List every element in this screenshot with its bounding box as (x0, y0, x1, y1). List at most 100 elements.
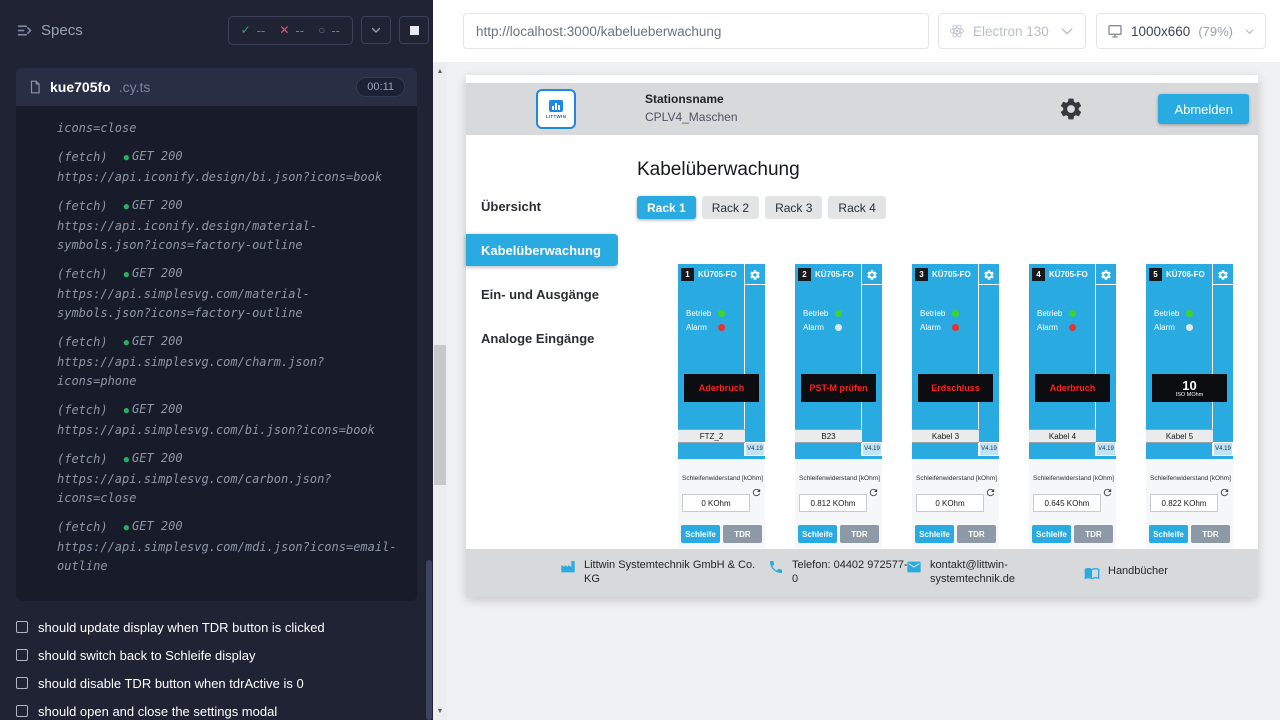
measurement-value: 0 KOhm (916, 494, 984, 512)
card-settings-button[interactable] (983, 268, 995, 280)
log-url-line: https://api.simplesvg.com/charm.json? (57, 353, 409, 372)
betrieb-label: Betrieb (1037, 309, 1069, 318)
sidebar-item-uebersicht[interactable]: Übersicht (466, 190, 618, 222)
test-state-icon (16, 705, 28, 717)
alarm-led (1069, 324, 1076, 331)
measurement-label: Schleifenwiderstand [kOhm] (1033, 475, 1112, 482)
browser-selector[interactable]: Electron 130 (938, 13, 1086, 49)
company-name: Littwin Systemtechnik GmbH & Co. KG (584, 558, 762, 586)
test-item[interactable]: should switch back to Schleife display (16, 641, 417, 669)
test-item[interactable]: should open and close the settings modal (16, 697, 417, 720)
refresh-button[interactable] (1219, 485, 1230, 496)
test-item[interactable]: should disable TDR button when tdrActive… (16, 669, 417, 697)
url-input[interactable] (464, 14, 928, 48)
log-entry[interactable]: (fetch)●GET 200 https://api.simplesvg.co… (57, 449, 409, 508)
collapse-button[interactable] (361, 16, 391, 44)
alarm-led (952, 324, 959, 331)
log-entry[interactable]: (fetch)●GET 200 https://api.simplesvg.co… (57, 400, 409, 440)
measurement-value: 0.645 KOhm (1033, 494, 1101, 512)
tab-rack-3[interactable]: Rack 3 (765, 196, 822, 219)
settings-button[interactable] (1058, 96, 1084, 122)
tdr-button[interactable]: TDR (723, 525, 762, 543)
http-status: ●GET 200 (124, 196, 183, 217)
logout-button[interactable]: Abmelden (1158, 94, 1249, 124)
measurement-value: 0.822 KOhm (1150, 494, 1218, 512)
sidebar-item-ein-und-ausgaenge[interactable]: Ein- und Ausgänge (466, 278, 618, 310)
schleife-button[interactable]: Schleife (1032, 525, 1071, 543)
sidebar-item-kabelueberwachung[interactable]: Kabelüberwachung (466, 234, 618, 266)
log-entry[interactable]: (fetch)●GET 200 https://api.simplesvg.co… (57, 264, 409, 323)
station-value: CPLV4_Maschen (645, 110, 738, 124)
card-number: 5 (1149, 268, 1162, 281)
schleife-button[interactable]: Schleife (915, 525, 954, 543)
tab-rack-2[interactable]: Rack 2 (702, 196, 759, 219)
schleife-button[interactable]: Schleife (681, 525, 720, 543)
spec-block: kue705fo .cy.ts 00:11 icons=close (fetch… (16, 68, 417, 601)
card-settings-button[interactable] (749, 268, 761, 280)
footer-phone: Telefon: 04402 972577-0 (768, 558, 912, 586)
fetch-label: (fetch) (57, 265, 108, 284)
status-dot-icon: ● (124, 523, 129, 533)
sidebar-item-analoge-eingaenge[interactable]: Analoge Eingänge (466, 322, 618, 354)
measurement-value: 0 KOhm (682, 494, 750, 512)
status-display: Aderbruch (1035, 374, 1110, 402)
status-text: Aderbruch (699, 383, 745, 393)
scroll-up-arrow[interactable]: ▲ (433, 64, 447, 78)
refresh-button[interactable] (1102, 485, 1113, 496)
http-status: ●GET 200 (124, 264, 183, 285)
card-settings-button[interactable] (1100, 268, 1112, 280)
scrollbar-thumb[interactable] (434, 345, 446, 485)
viewport-zoom: (79%) (1198, 24, 1233, 39)
factory-icon (560, 559, 576, 575)
betrieb-led (835, 310, 842, 317)
specs-toggle[interactable]: Specs (16, 22, 83, 39)
test-state-icon (16, 677, 28, 689)
reporter-scrollbar-thumb[interactable] (426, 560, 432, 720)
refresh-icon (868, 487, 879, 498)
card-settings-button[interactable] (866, 268, 878, 280)
tab-rack-4[interactable]: Rack 4 (828, 196, 885, 219)
card-model: KÜ706-FO (1166, 270, 1205, 279)
log-url-line: https://api.simplesvg.com/bi.json?icons=… (57, 421, 409, 440)
footer-manuals-link[interactable]: Handbücher (1084, 564, 1168, 581)
vertical-scrollbar[interactable]: ▲ ▼ (433, 62, 447, 720)
status-text: Aderbruch (1050, 383, 1096, 393)
http-status: ●GET 200 (124, 332, 183, 353)
tdr-button[interactable]: TDR (1191, 525, 1230, 543)
log-url-line: symbols.json?icons=factory-outline (57, 236, 409, 255)
status-value: 10 (1182, 379, 1196, 392)
tab-rack-1[interactable]: Rack 1 (637, 196, 696, 219)
refresh-button[interactable] (751, 485, 762, 496)
test-item[interactable]: should update display when TDR button is… (16, 613, 417, 641)
card-settings-button[interactable] (1217, 268, 1229, 280)
email-icon (906, 559, 922, 575)
refresh-button[interactable] (985, 485, 996, 496)
log-entry[interactable]: (fetch)●GET 200 https://api.iconify.desi… (57, 196, 409, 255)
alarm-label: Alarm (686, 323, 718, 332)
tdr-button[interactable]: TDR (840, 525, 879, 543)
test-title: should open and close the settings modal (38, 704, 277, 719)
log-url-line: icons=close (57, 119, 409, 138)
tdr-button[interactable]: TDR (1074, 525, 1113, 543)
card-model: KÜ705-FO (1049, 270, 1088, 279)
refresh-button[interactable] (868, 485, 879, 496)
passed-count: -- (257, 23, 266, 38)
viewport-selector[interactable]: 1000x660 (79%) (1096, 13, 1266, 49)
logo-text: LITTWIN (546, 114, 566, 119)
device-card: 5 KÜ706-FO Betrieb Alarm 10 ISO MOhm Kab… (1146, 264, 1233, 548)
betrieb-label: Betrieb (920, 309, 952, 318)
log-entry[interactable]: (fetch)●GET 200 https://api.simplesvg.co… (57, 517, 409, 576)
log-entry[interactable]: (fetch)●GET 200 https://api.simplesvg.co… (57, 332, 409, 391)
spec-header[interactable]: kue705fo .cy.ts 00:11 (16, 68, 417, 106)
test-stats: ✓-- ✕-- ○-- (228, 16, 353, 45)
schleife-button[interactable]: Schleife (798, 525, 837, 543)
scroll-down-arrow[interactable]: ▼ (433, 704, 447, 718)
stop-button[interactable] (399, 16, 429, 44)
log-entry[interactable]: icons=close (57, 119, 409, 138)
firmware-version: V4.19 (745, 442, 765, 456)
footer-email[interactable]: kontakt@littwin-systemtechnik.de (906, 558, 1030, 586)
schleife-button[interactable]: Schleife (1149, 525, 1188, 543)
card-divider (1095, 264, 1096, 456)
log-entry[interactable]: (fetch)●GET 200 https://api.iconify.desi… (57, 147, 409, 187)
tdr-button[interactable]: TDR (957, 525, 996, 543)
